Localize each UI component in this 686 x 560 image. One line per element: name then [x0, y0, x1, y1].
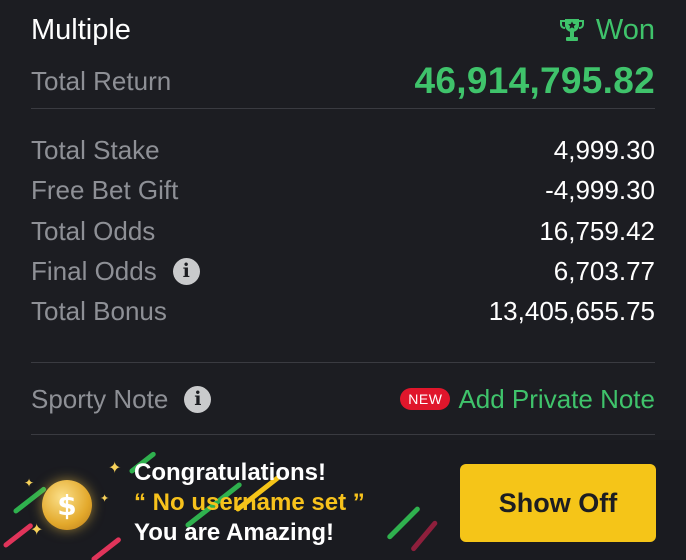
detail-value: -4,999.30 [545, 174, 655, 205]
divider [31, 362, 655, 363]
add-private-note-label: Add Private Note [458, 383, 655, 414]
detail-row-free-bet-gift: Free Bet Gift -4,999.30 [31, 170, 655, 210]
detail-label: Total Odds [31, 215, 156, 246]
bet-status: Won [558, 14, 655, 47]
confetti-streak [410, 519, 439, 553]
congrats-line-3: You are Amazing! [134, 519, 335, 546]
congrats-message: Congratulations! “ No username set ” You… [134, 458, 365, 548]
detail-row-total-odds: Total Odds 16,759.42 [31, 211, 655, 251]
info-icon[interactable]: i [184, 385, 212, 413]
detail-row-total-stake: Total Stake 4,999.30 [31, 130, 655, 170]
sparkle-icon: ✦ [108, 460, 122, 477]
congrats-banner: ✦ ✦ ✦ ✦ $ Congratulations! “ No username… [0, 440, 686, 560]
detail-value: 16,759.42 [539, 215, 655, 246]
detail-value: 4,999.30 [553, 134, 655, 165]
sparkle-icon: ✦ [100, 493, 110, 505]
sparkle-icon: ✦ [30, 522, 44, 539]
congrats-line-1: Congratulations! [134, 459, 326, 486]
confetti-streak [386, 505, 421, 541]
detail-label: Free Bet Gift [31, 174, 179, 205]
total-return-value: 46,914,795.82 [414, 60, 655, 101]
detail-row-final-odds: Final Odds i 6,703.77 [31, 251, 655, 291]
detail-value: 13,405,655.75 [488, 295, 655, 326]
new-badge: NEW [400, 388, 451, 410]
detail-row-total-bonus: Total Bonus 13,405,655.75 [31, 291, 655, 331]
divider [31, 108, 655, 109]
status-label: Won [595, 13, 655, 46]
detail-label: Final Odds [31, 255, 157, 286]
detail-label: Total Stake [31, 134, 160, 165]
trophy-icon [559, 19, 584, 41]
bet-type-title: Multiple [31, 13, 131, 46]
bet-header: Multiple Won [31, 8, 655, 52]
coin-icon: $ [42, 480, 92, 530]
total-return-label: Total Return [31, 65, 172, 96]
sparkle-icon: ✦ [24, 476, 35, 490]
sporty-note-label: Sporty Note [31, 383, 169, 414]
add-private-note-link[interactable]: NEW Add Private Note [400, 384, 655, 415]
detail-label: Total Bonus [31, 295, 167, 326]
username-line: “ No username set ” [134, 489, 365, 516]
divider [31, 434, 655, 435]
total-return-row: Total Return 46,914,795.82 [31, 56, 655, 106]
sporty-note-row: Sporty Note i NEW Add Private Note [31, 378, 655, 420]
confetti-streak [90, 536, 122, 560]
show-off-button[interactable]: Show Off [460, 464, 656, 542]
detail-value: 6,703.77 [553, 255, 655, 286]
info-icon[interactable]: i [172, 257, 200, 285]
